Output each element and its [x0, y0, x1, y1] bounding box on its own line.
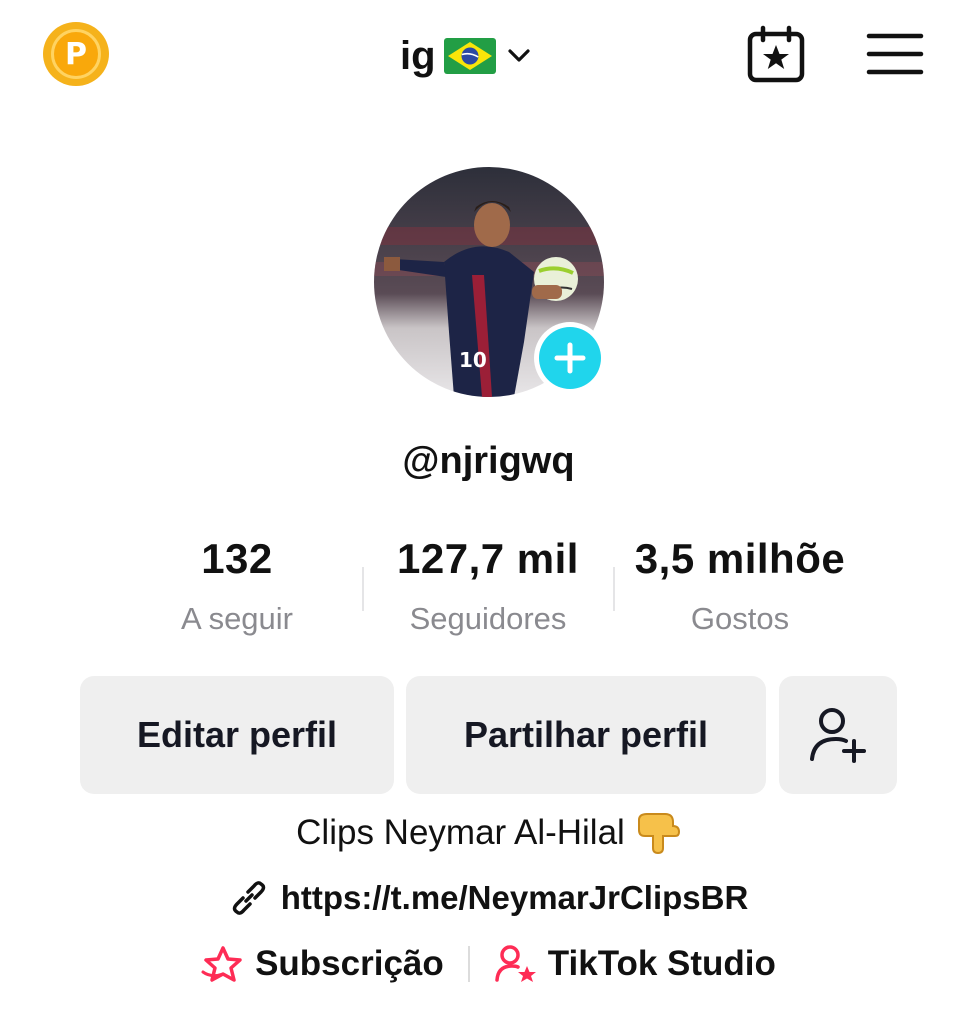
add-story-button[interactable]: [534, 322, 606, 394]
coin-icon[interactable]: P: [43, 22, 109, 86]
link-icon: [232, 881, 265, 915]
followers-label: Seguidores: [409, 601, 567, 636]
svg-text:10: 10: [459, 348, 487, 372]
studio-user-star-icon: [495, 945, 536, 982]
tools-divider: [467, 946, 470, 982]
followers-count: 127,7 mil: [397, 535, 579, 582]
hamburger-menu-icon[interactable]: [866, 30, 924, 78]
username: @njrigwq: [402, 440, 575, 482]
bio-text: Clips Neymar Al-Hilal: [296, 813, 625, 852]
link-url: https://t.me/NeymarJrClipsBR: [280, 879, 749, 916]
tiktok-studio-label: TikTok Studio: [547, 944, 776, 983]
brazil-flag-icon: [443, 38, 496, 74]
stat-likes[interactable]: 3,5 milhõe Gostos: [615, 535, 865, 637]
subscription-star-icon: [201, 946, 242, 982]
edit-profile-button[interactable]: Editar perfil: [80, 676, 394, 794]
avatar-container: 10: [374, 167, 606, 397]
add-badge-circle: [539, 327, 601, 389]
bio: Clips Neymar Al-Hilal: [0, 812, 977, 854]
plus-icon: [554, 342, 586, 374]
following-count: 132: [201, 535, 273, 582]
subscription-link[interactable]: Subscrição: [201, 944, 444, 984]
profile-tools: Subscrição TikTok Studio: [0, 944, 977, 984]
add-friend-button[interactable]: [779, 676, 897, 794]
stats-row: 132 A seguir 127,7 mil Seguidores 3,5 mi…: [110, 535, 870, 645]
edit-profile-label: Editar perfil: [136, 714, 338, 755]
bio-link[interactable]: https://t.me/NeymarJrClipsBR: [0, 878, 977, 918]
share-profile-label: Partilhar perfil: [463, 714, 709, 755]
account-switcher[interactable]: ig: [400, 30, 534, 82]
stat-following[interactable]: 132 A seguir: [112, 535, 362, 637]
stat-followers[interactable]: 127,7 mil Seguidores: [363, 535, 613, 637]
share-profile-button[interactable]: Partilhar perfil: [406, 676, 766, 794]
account-name: ig: [400, 33, 436, 78]
subscription-label: Subscrição: [255, 944, 444, 983]
chevron-down-icon: [507, 49, 530, 62]
top-bar: P ig: [0, 0, 977, 110]
add-user-icon: [810, 708, 866, 763]
likes-label: Gostos: [690, 601, 790, 636]
coin-letter: P: [65, 36, 87, 72]
tiktok-studio-link[interactable]: TikTok Studio: [494, 944, 776, 984]
following-label: A seguir: [180, 601, 293, 636]
pointing-down-hand-icon: [637, 813, 680, 854]
coin-inner: P: [51, 29, 101, 79]
likes-count: 3,5 milhõe: [634, 535, 846, 582]
calendar-star-icon[interactable]: [746, 24, 806, 84]
